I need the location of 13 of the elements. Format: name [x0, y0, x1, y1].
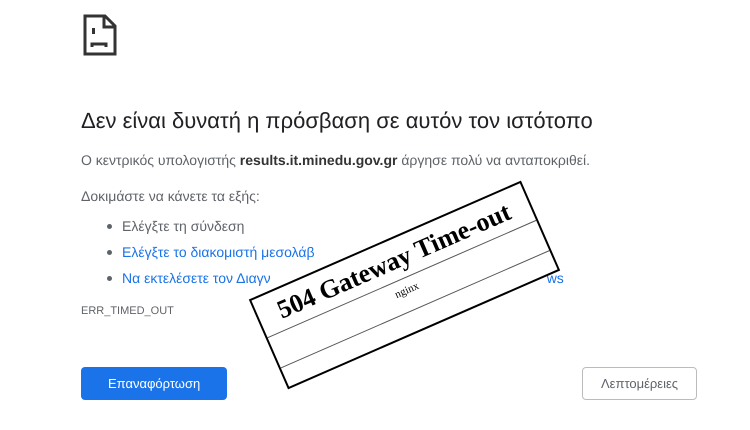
sad-page-icon [83, 14, 117, 56]
suggestion-text: Ελέγξτε τη σύνδεση [122, 218, 244, 234]
suggestion-link[interactable]: Να εκτελέσετε τον Διαγν [122, 270, 271, 286]
bullet-icon [107, 224, 112, 228]
details-button[interactable]: Λεπτομέρειες [582, 367, 697, 400]
reload-button[interactable]: Επαναφόρτωση [81, 367, 228, 400]
error-heading: Δεν είναι δυνατή η πρόσβαση σε αυτόν τον ιστότοπο [81, 108, 594, 134]
bullet-icon [107, 276, 112, 280]
suggestion-link[interactable]: ws [546, 270, 564, 286]
bullet-icon [107, 250, 112, 254]
suggestions-title: Δοκιμάστε να κάνετε τα εξής: [81, 188, 261, 204]
suggestion-link[interactable]: Ελέγξτε το διακομιστή μεσολάβ [122, 244, 315, 260]
error-message: Ο κεντρικός υπολογιστής results.it.minedu.gov.gr άργησε πολύ να ανταποκριθεί. [81, 152, 592, 168]
